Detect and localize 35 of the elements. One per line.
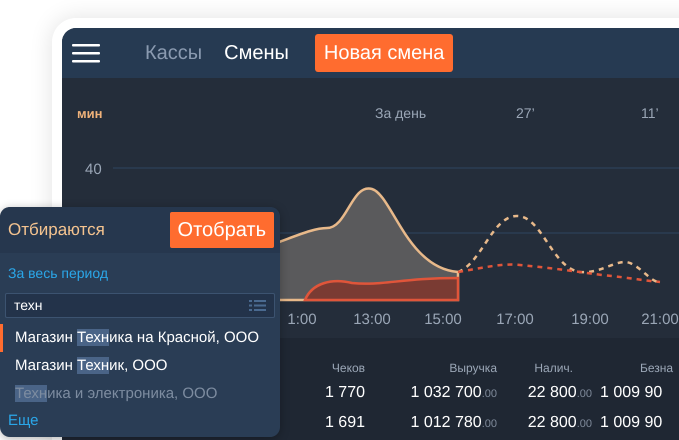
table-cell-text: 1 032 700.00 — [410, 383, 497, 403]
menu-icon[interactable] — [72, 43, 100, 63]
nav-tab[interactable]: Кассы — [145, 38, 202, 68]
suggestion-item[interactable]: Магазин Техник, ООО — [0, 352, 280, 380]
nav-tab[interactable]: Смены — [224, 38, 289, 68]
x-axis-label: 15:00 — [424, 311, 462, 328]
new-shift-button[interactable]: Новая смена — [314, 34, 454, 72]
search-field[interactable]: техн — [5, 293, 275, 318]
summary-label: 11’ — [641, 105, 659, 121]
x-axis-label: 1:00 — [287, 311, 317, 328]
table-cell-text: 22 800.00 — [526, 383, 592, 403]
unit-label: мин — [77, 106, 102, 121]
summary-label: 27’ — [516, 105, 535, 121]
search-value: техн — [14, 296, 42, 315]
y-tick-label: 40 — [85, 161, 102, 178]
table-cell-text: 1 012 780.00 — [410, 413, 497, 433]
table-cell-text: 1 009 90 — [600, 383, 662, 403]
summary-label: За день — [375, 105, 426, 121]
x-axis-label: 13:00 — [353, 311, 391, 328]
x-axis-label: 17:00 — [496, 311, 534, 328]
more-link[interactable]: Еще — [8, 410, 280, 432]
table-cell-text: 1 691 — [324, 413, 365, 433]
popup-title: Отбираются — [8, 219, 105, 242]
table-cell-text: 22 800.00 — [526, 413, 592, 433]
x-axis-label: 21:00 — [641, 311, 679, 328]
column-header: Чеков — [330, 360, 365, 377]
column-header: Налич. — [533, 360, 573, 377]
period-link[interactable]: За весь период — [8, 263, 280, 284]
column-header: Выручка — [448, 360, 497, 377]
table-cell-text: 1 009 90 — [600, 413, 662, 433]
column-header: Безна — [640, 360, 674, 377]
x-axis-label: 19:00 — [571, 311, 609, 328]
apply-button[interactable]: Отобрать — [170, 212, 274, 248]
table-cell-text: 1 770 — [324, 383, 365, 403]
suggestion-item[interactable]: Магазин Техника на Красной, ООО — [0, 324, 280, 352]
